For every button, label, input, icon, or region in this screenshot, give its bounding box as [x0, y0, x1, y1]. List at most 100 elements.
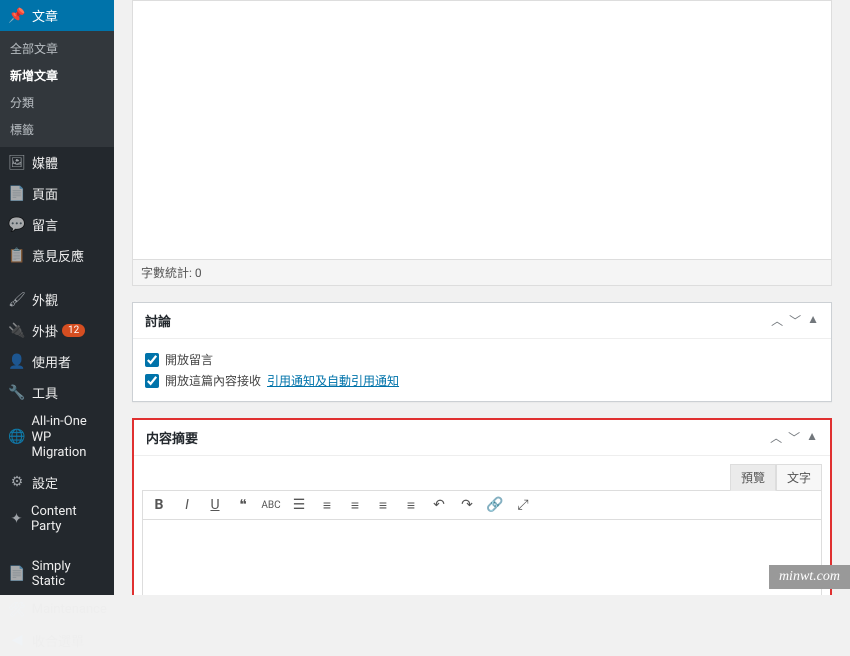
move-up-icon[interactable]: ︿ — [770, 429, 782, 446]
sidebar-item-appearance[interactable]: 🖌 外觀 — [0, 284, 114, 315]
gear-icon: ⚙ — [8, 473, 26, 491]
bold-button[interactable]: B — [149, 495, 169, 515]
ul-button[interactable]: ☰ — [289, 495, 309, 515]
collapse-icon: ◀ — [8, 631, 26, 649]
move-down-icon[interactable]: ﹀ — [789, 312, 801, 329]
undo-button[interactable]: ↶ — [429, 495, 449, 515]
sidebar-item-label: Maintenance — [32, 602, 107, 617]
sidebar-item-label: 頁面 — [32, 184, 58, 203]
page-icon: 📄 — [8, 185, 26, 203]
feedback-icon: 📋 — [8, 247, 26, 265]
sidebar-item-label: 文章 — [32, 6, 58, 25]
sidebar-item-maintenance[interactable]: 🛠 Maintenance — [0, 595, 114, 625]
sidebar-item-label: 媒體 — [32, 153, 58, 172]
sidebar-item-label: 工具 — [32, 383, 58, 402]
excerpt-actions: ︿ ﹀ ▲ — [770, 429, 818, 446]
discussion-header: 討論 ︿ ﹀ ▲ — [133, 303, 831, 339]
hammer-icon: 🛠 — [8, 601, 26, 619]
strike-button[interactable]: ABC — [261, 495, 281, 515]
redo-button[interactable]: ↷ — [457, 495, 477, 515]
allow-pings-label: 開放這篇內容接收 — [165, 372, 261, 389]
sidebar-submenu: 全部文章 新增文章 分類 標籤 — [0, 31, 114, 147]
excerpt-textarea[interactable] — [142, 520, 822, 595]
excerpt-title: 内容摘要 — [146, 428, 198, 447]
move-up-icon[interactable]: ︿ — [771, 312, 783, 329]
allow-comments-label: 開放留言 — [165, 351, 213, 368]
submenu-tags[interactable]: 標籤 — [0, 116, 114, 143]
sidebar-item-posts[interactable]: 📌 文章 — [0, 0, 114, 31]
submenu-categories[interactable]: 分類 — [0, 89, 114, 116]
move-down-icon[interactable]: ﹀ — [788, 429, 800, 446]
toggle-icon[interactable]: ▲ — [806, 429, 818, 446]
doc-icon: 📄 — [8, 565, 26, 583]
toggle-icon[interactable]: ▲ — [807, 312, 819, 329]
tab-preview[interactable]: 預覽 — [730, 464, 776, 491]
sidebar-item-simply-static[interactable]: 📄 Simply Static — [0, 553, 114, 595]
globe-icon: 🌐 — [8, 428, 25, 446]
sidebar-item-label: Simply Static — [32, 559, 106, 589]
brush-icon: 🖌 — [8, 291, 26, 309]
star-icon: ✦ — [8, 510, 25, 528]
allow-comments-row[interactable]: 開放留言 — [145, 349, 819, 370]
link-button[interactable]: 🔗 — [485, 495, 505, 515]
content-editor[interactable] — [132, 0, 832, 260]
sidebar-item-label: 留言 — [32, 215, 58, 234]
pin-icon: 📌 — [8, 7, 26, 25]
align-center-button[interactable]: ≡ — [373, 495, 393, 515]
comment-icon: 💬 — [8, 216, 26, 234]
sidebar-item-users[interactable]: 👤 使用者 — [0, 346, 114, 377]
sidebar-item-feedback[interactable]: 📋 意見反應 — [0, 240, 114, 271]
plugin-icon: 🔌 — [8, 322, 26, 340]
admin-sidebar: 📌 文章 全部文章 新增文章 分類 標籤 🖼 媒體 📄 頁面 💬 留言 📋 意見反應 🖌… — [0, 0, 114, 595]
allow-comments-checkbox[interactable] — [145, 353, 159, 367]
sidebar-item-plugins[interactable]: 🔌 外掛 12 — [0, 315, 114, 346]
tab-text[interactable]: 文字 — [776, 464, 822, 491]
word-count-label: 字數統計: — [141, 266, 192, 280]
main-content: 字數統計: 0 討論 ︿ ﹀ ▲ 開放留言 開放這篇內容接收 — [114, 0, 850, 595]
sidebar-item-pages[interactable]: 📄 頁面 — [0, 178, 114, 209]
align-right-button[interactable]: ≡ — [401, 495, 421, 515]
sidebar-item-label: 意見反應 — [32, 246, 84, 265]
excerpt-body: 預覽 文字 B I U ❝ ABC ☰ ≡ ≡ ≡ ≡ ↶ ↷ 🔗 — [134, 456, 830, 595]
ol-button[interactable]: ≡ — [317, 495, 337, 515]
sidebar-item-settings[interactable]: ⚙ 設定 — [0, 467, 114, 498]
sidebar-item-label: Content Party — [31, 504, 106, 534]
sidebar-collapse[interactable]: ◀ 收合選單 — [0, 625, 114, 656]
sidebar-item-label: 使用者 — [32, 352, 71, 371]
align-left-button[interactable]: ≡ — [345, 495, 365, 515]
plugin-badge: 12 — [62, 324, 85, 337]
submenu-new-post[interactable]: 新增文章 — [0, 62, 114, 89]
excerpt-box: 内容摘要 ︿ ﹀ ▲ 預覽 文字 B I U ❝ ABC ☰ — [132, 418, 832, 595]
sidebar-item-tools[interactable]: 🔧 工具 — [0, 377, 114, 408]
allow-pings-checkbox[interactable] — [145, 374, 159, 388]
media-icon: 🖼 — [8, 154, 26, 172]
wrench-icon: 🔧 — [8, 384, 26, 402]
watermark: minwt.com — [769, 565, 850, 589]
excerpt-header: 内容摘要 ︿ ﹀ ▲ — [134, 420, 830, 456]
discussion-body: 開放留言 開放這篇內容接收 引用通知及自動引用通知 — [133, 339, 831, 401]
sidebar-item-label: 外觀 — [32, 290, 58, 309]
sidebar-item-label: 外掛 — [32, 321, 58, 340]
user-icon: 👤 — [8, 353, 26, 371]
discussion-actions: ︿ ﹀ ▲ — [771, 312, 819, 329]
sidebar-item-migration[interactable]: 🌐 All-in-One WP Migration — [0, 408, 114, 467]
excerpt-tabs: 預覽 文字 — [142, 464, 822, 491]
italic-button[interactable]: I — [177, 495, 197, 515]
pings-help-link[interactable]: 引用通知及自動引用通知 — [267, 372, 399, 389]
sidebar-item-label: 設定 — [32, 473, 58, 492]
sidebar-item-content-party[interactable]: ✦ Content Party — [0, 498, 114, 540]
word-count-bar: 字數統計: 0 — [132, 260, 832, 286]
quote-button[interactable]: ❝ — [233, 495, 253, 515]
underline-button[interactable]: U — [205, 495, 225, 515]
discussion-box: 討論 ︿ ﹀ ▲ 開放留言 開放這篇內容接收 引用通知及自動引用通知 — [132, 302, 832, 402]
word-count-value: 0 — [195, 266, 202, 280]
sidebar-item-media[interactable]: 🖼 媒體 — [0, 147, 114, 178]
discussion-title: 討論 — [145, 311, 171, 330]
sidebar-item-comments[interactable]: 💬 留言 — [0, 209, 114, 240]
allow-pings-row[interactable]: 開放這篇內容接收 引用通知及自動引用通知 — [145, 370, 819, 391]
submenu-all-posts[interactable]: 全部文章 — [0, 35, 114, 62]
sidebar-item-label: All-in-One WP Migration — [31, 414, 106, 461]
sidebar-item-label: 收合選單 — [32, 631, 84, 650]
fullscreen-button[interactable]: ⤢ — [513, 495, 533, 515]
excerpt-toolbar: B I U ❝ ABC ☰ ≡ ≡ ≡ ≡ ↶ ↷ 🔗 ⤢ — [142, 490, 822, 520]
